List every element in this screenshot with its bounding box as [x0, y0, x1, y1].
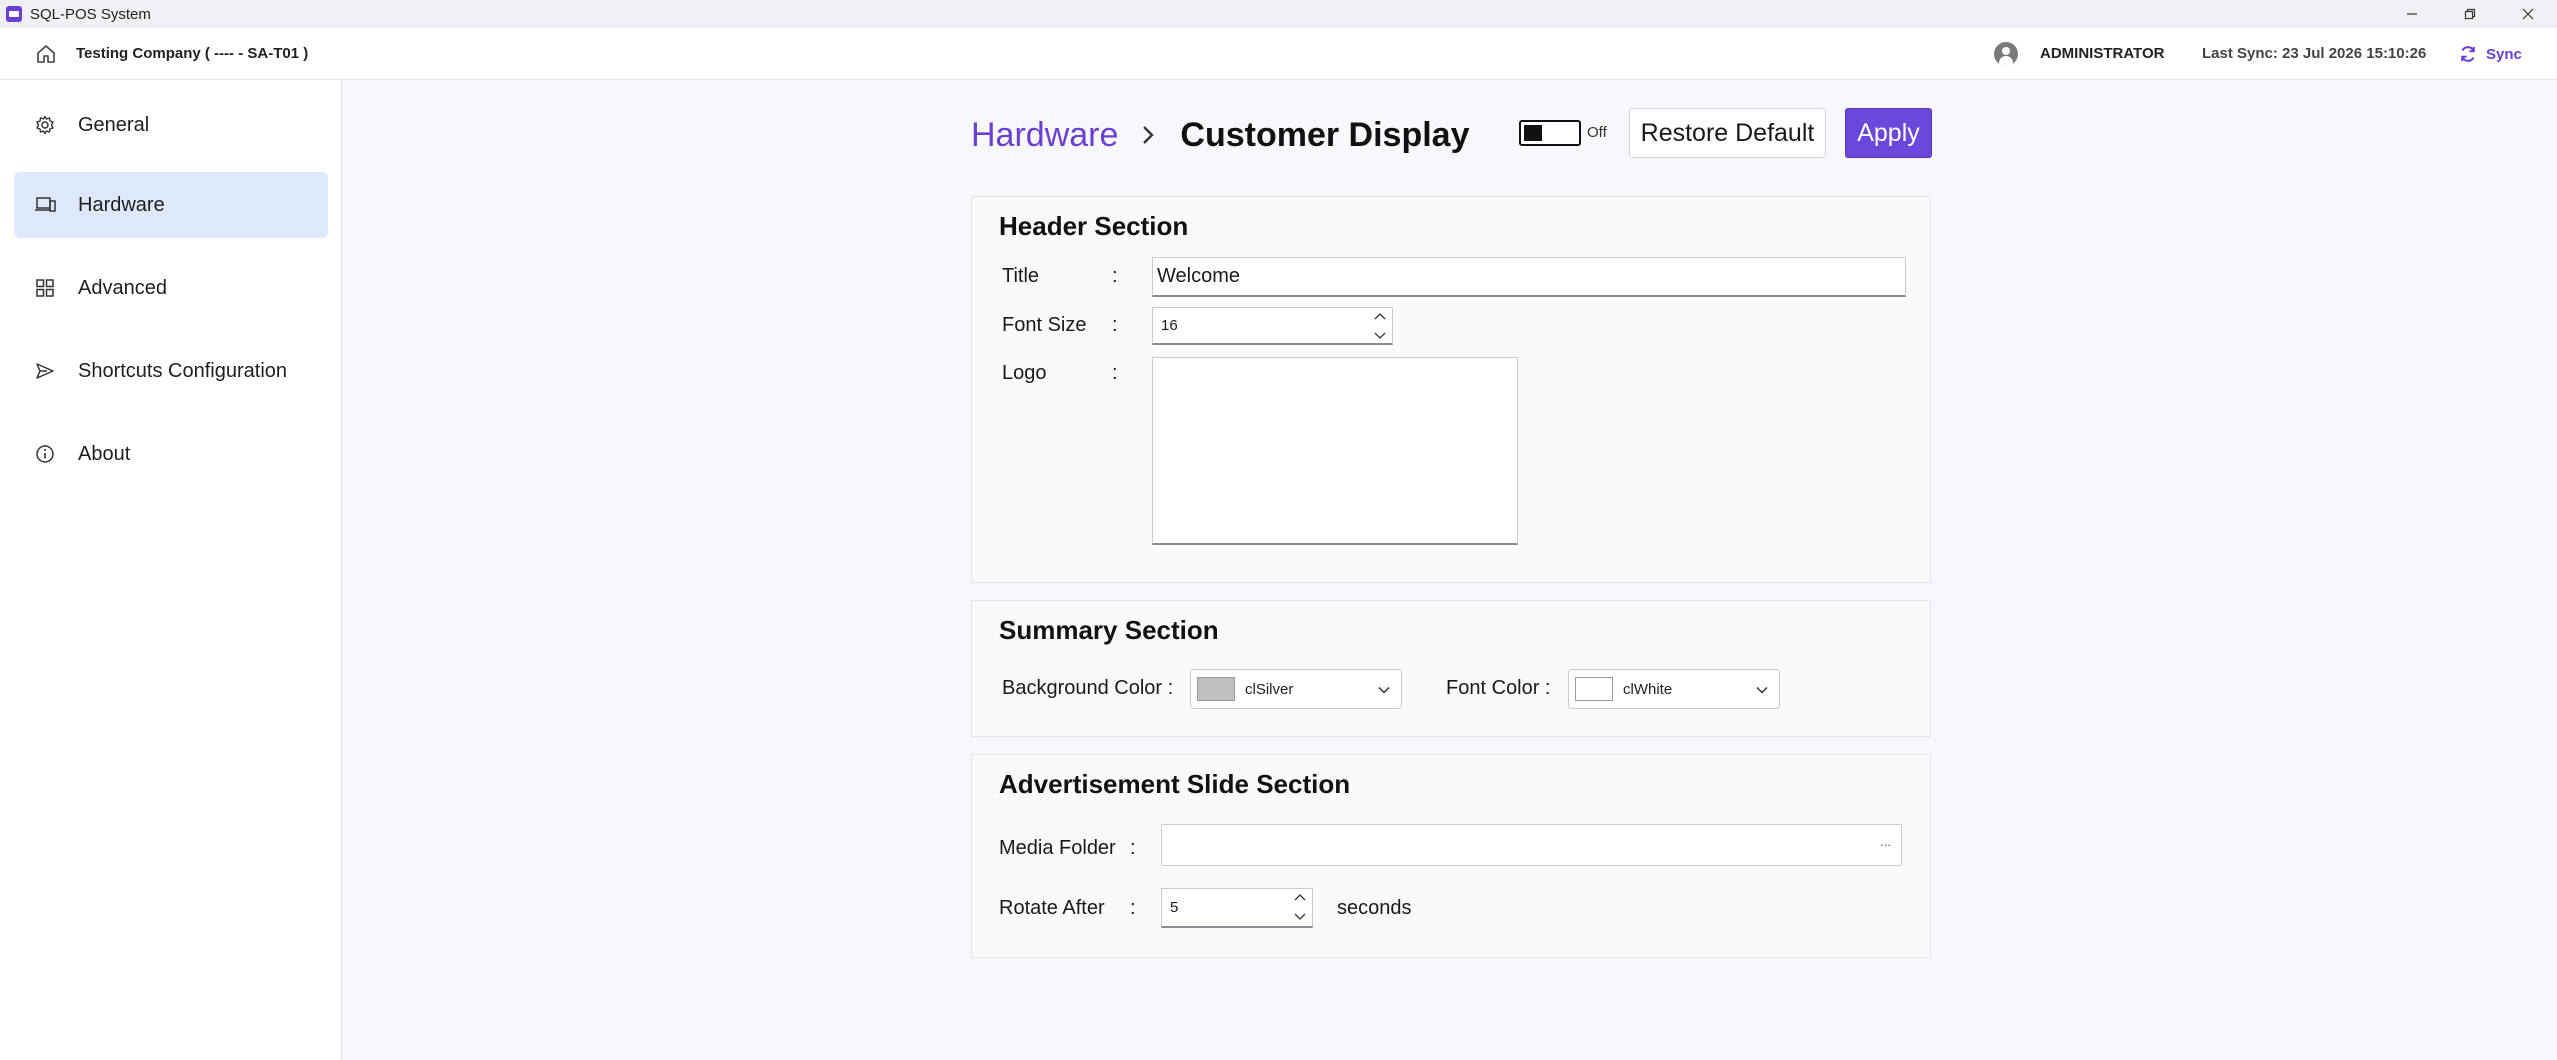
grid-icon [34, 277, 56, 299]
media-folder-label: Media Folder [999, 837, 1116, 859]
sidebar-item-shortcuts[interactable]: Shortcuts Configuration [14, 338, 328, 404]
restore-button[interactable] [2441, 0, 2499, 28]
colon: : [1112, 314, 1118, 336]
font-color-label: Font Color : [1446, 677, 1551, 699]
sync-button[interactable]: Sync [2458, 42, 2522, 66]
sidebar-item-label: Hardware [78, 193, 165, 216]
increment-button[interactable] [1294, 891, 1306, 903]
sidebar-item-label: About [78, 442, 131, 465]
breadcrumb-parent-link[interactable]: Hardware [971, 116, 1118, 155]
send-icon [34, 360, 56, 382]
logo-label: Logo [1002, 362, 1047, 384]
close-icon [2522, 8, 2534, 20]
logo-image-box[interactable] [1152, 357, 1518, 545]
sync-label: Sync [2486, 45, 2522, 63]
section-title: Header Section [999, 211, 1189, 241]
section-title: Summary Section [999, 615, 1219, 645]
rotate-after-stepper[interactable]: 5 [1161, 888, 1313, 928]
apply-button[interactable]: Apply [1845, 108, 1932, 158]
font-color-value: clWhite [1623, 680, 1673, 698]
font-size-value: 16 [1161, 317, 1178, 334]
gear-icon [34, 114, 56, 136]
window-controls [2383, 0, 2557, 28]
chevron-down-icon [1756, 686, 1768, 694]
chevron-down-icon [1294, 913, 1306, 920]
decrement-button[interactable] [1294, 911, 1306, 923]
decrement-button[interactable] [1374, 330, 1386, 342]
sidebar-item-general[interactable]: General [14, 92, 328, 158]
toggle-state-label: Off [1587, 124, 1607, 141]
summary-section-panel: Summary Section Background Color : clSil… [971, 600, 1931, 737]
sidebar-item-about[interactable]: About [14, 421, 328, 487]
breadcrumb: Hardware Customer Display [971, 110, 1469, 160]
browse-button[interactable]: ... [1880, 834, 1891, 849]
display-toggle-switch[interactable] [1519, 120, 1581, 146]
sidebar: General Hardware Advanced Shortcuts Conf… [0, 80, 342, 1060]
window-title: SQL-POS System [30, 5, 151, 23]
chevron-down-icon [1374, 332, 1386, 339]
home-icon[interactable] [34, 42, 58, 66]
window-titlebar: SQL-POS System [0, 0, 2557, 28]
font-size-stepper[interactable]: 16 [1152, 307, 1393, 345]
color-swatch [1575, 677, 1613, 701]
advertisement-section-panel: Advertisement Slide Section Media Folder… [971, 754, 1931, 958]
info-icon [34, 443, 56, 465]
close-button[interactable] [2499, 0, 2557, 28]
background-color-value: clSilver [1245, 680, 1294, 698]
restore-default-button[interactable]: Restore Default [1629, 108, 1826, 158]
sidebar-item-label: Shortcuts Configuration [78, 359, 288, 382]
company-name: Testing Company ( ---- - SA-T01 ) [76, 45, 309, 62]
colon: : [1112, 362, 1118, 384]
app-header: Testing Company ( ---- - SA-T01 ) ADMINI… [0, 28, 2557, 80]
avatar [1994, 42, 2018, 66]
devices-icon [34, 194, 56, 216]
title-label: Title [1002, 265, 1040, 287]
color-swatch [1197, 677, 1235, 701]
background-color-select[interactable]: clSilver [1190, 669, 1402, 709]
chevron-up-icon [1294, 894, 1306, 901]
chevron-right-icon [1143, 126, 1155, 144]
rotate-after-label: Rotate After [999, 897, 1105, 919]
header-section-panel: Header Section Title : Welcome Font Size… [971, 196, 1931, 583]
colon: : [1112, 265, 1118, 287]
sidebar-item-advanced[interactable]: Advanced [14, 255, 328, 321]
minimize-icon [2407, 13, 2417, 15]
increment-button[interactable] [1374, 310, 1386, 322]
restore-icon [2464, 8, 2476, 20]
last-sync-status: Last Sync: 23 Jul 2026 15:10:26 [2202, 45, 2427, 62]
sidebar-item-hardware[interactable]: Hardware [14, 172, 328, 238]
font-size-label: Font Size [1002, 314, 1087, 336]
chevron-up-icon [1374, 313, 1386, 320]
title-input[interactable]: Welcome [1152, 257, 1906, 297]
sidebar-item-label: General [78, 113, 150, 136]
rotate-unit-label: seconds [1337, 897, 1412, 919]
minimize-button[interactable] [2383, 0, 2441, 28]
colon: : [1130, 897, 1136, 919]
section-title: Advertisement Slide Section [999, 769, 1351, 799]
media-folder-input[interactable]: ... [1161, 824, 1902, 866]
app-icon [6, 6, 22, 22]
user-name: ADMINISTRATOR [2040, 45, 2165, 62]
chevron-down-icon [1378, 686, 1390, 694]
page-title: Customer Display [1180, 115, 1470, 154]
rotate-after-value: 5 [1170, 899, 1179, 916]
sidebar-item-label: Advanced [78, 276, 167, 299]
colon: : [1130, 837, 1136, 859]
background-color-label: Background Color : [1002, 677, 1174, 699]
sync-icon [2461, 46, 2475, 62]
font-color-select[interactable]: clWhite [1568, 669, 1780, 709]
